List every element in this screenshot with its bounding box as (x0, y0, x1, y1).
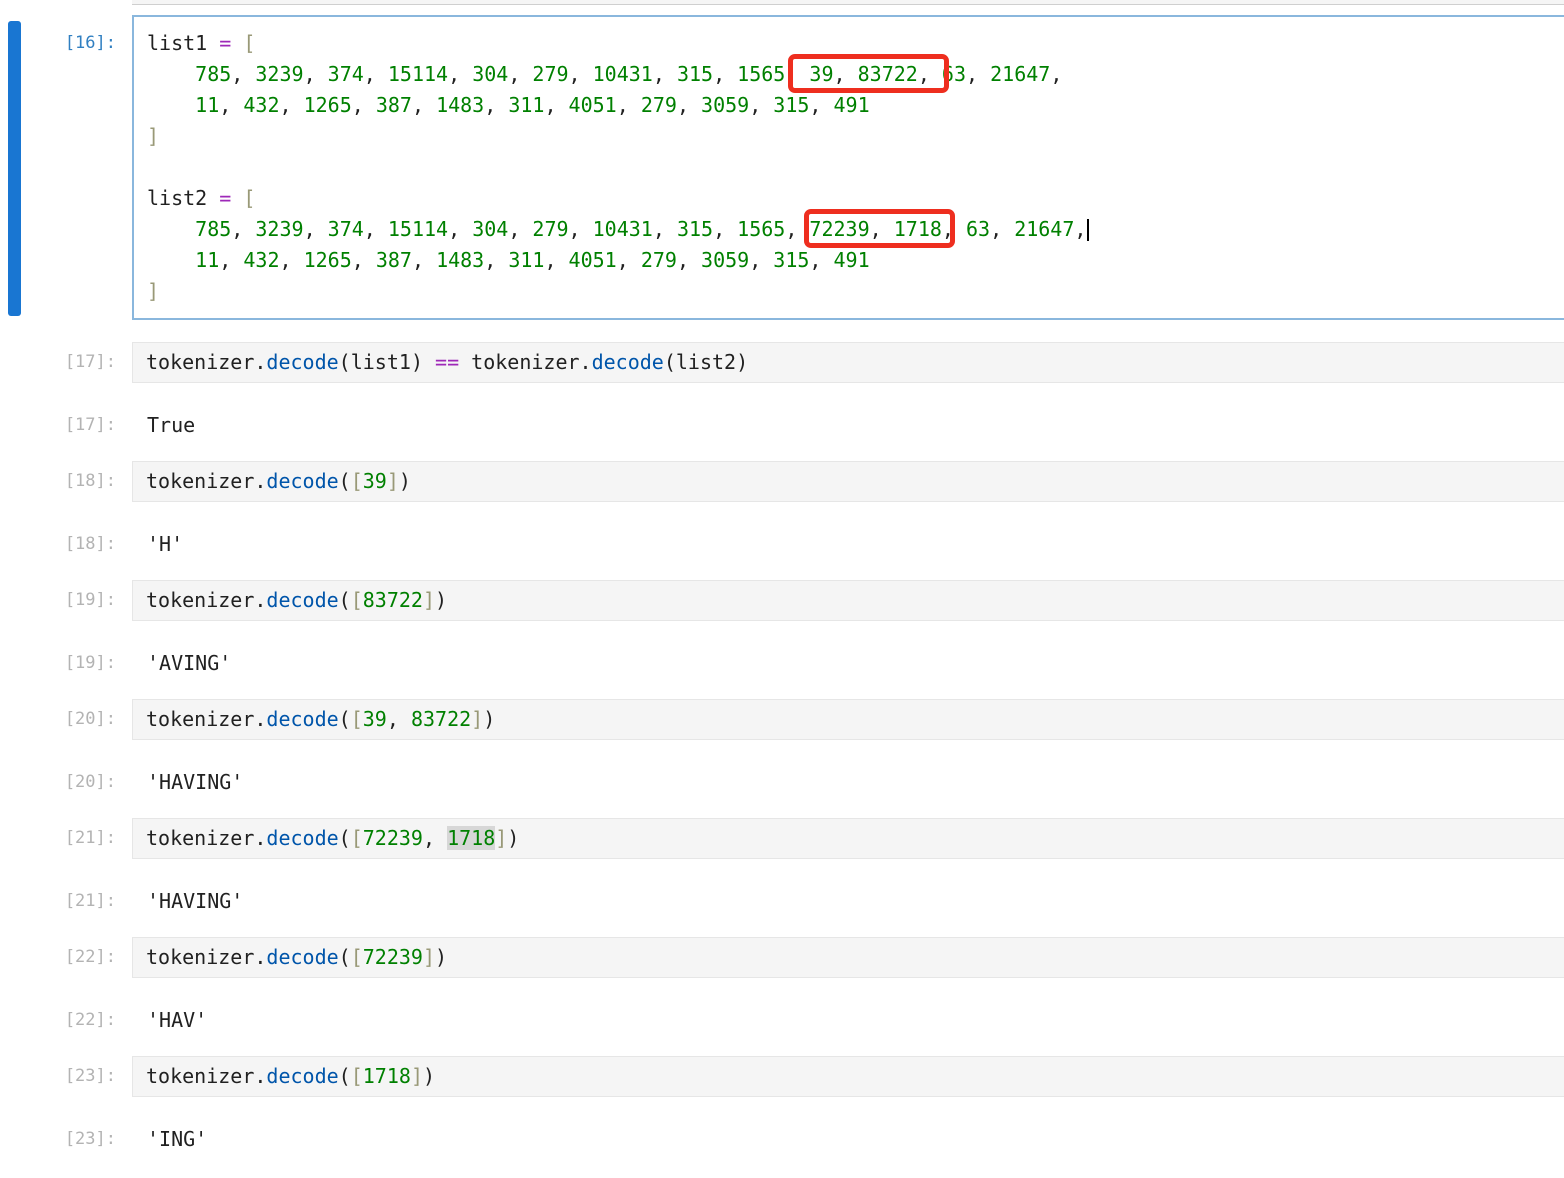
code-content-19: tokenizer.decode([83722]) (146, 585, 1554, 616)
output-text-21: 'HAVING' (132, 886, 1564, 917)
code-editor-19[interactable]: tokenizer.decode([83722]) (132, 580, 1564, 621)
output-text-20: 'HAVING' (132, 767, 1564, 798)
output-area-21: [21]: 'HAVING' (0, 886, 1564, 917)
output-area-22: [22]: 'HAV' (0, 1005, 1564, 1036)
input-prompt-21: [21]: (0, 818, 132, 854)
notebook: [16]: list1 = [ 785, 3239, 374, 15114, 3… (0, 0, 1564, 1155)
previous-cell-bottom-edge (132, 0, 1564, 5)
code-editor-23[interactable]: tokenizer.decode([1718]) (132, 1056, 1564, 1097)
code-cell-22: [22]: tokenizer.decode([72239]) (0, 937, 1564, 978)
output-prompt-17: [17]: (0, 410, 132, 441)
output-text-22: 'HAV' (132, 1005, 1564, 1036)
code-editor-20[interactable]: tokenizer.decode([39, 83722]) (132, 699, 1564, 740)
output-area-20: [20]: 'HAVING' (0, 767, 1564, 798)
code-editor-17[interactable]: tokenizer.decode(list1) == tokenizer.dec… (132, 342, 1564, 383)
output-prompt-20: [20]: (0, 767, 132, 798)
code-content-22: tokenizer.decode([72239]) (146, 942, 1554, 973)
code-cell-17: [17]: tokenizer.decode(list1) == tokeniz… (0, 342, 1564, 383)
code-content-16: list1 = [ 785, 3239, 374, 15114, 304, 27… (147, 28, 1553, 307)
code-content-18: tokenizer.decode([39]) (146, 466, 1554, 497)
input-prompt-20: [20]: (0, 699, 132, 735)
input-prompt-19: [19]: (0, 580, 132, 616)
output-prompt-18: [18]: (0, 529, 132, 560)
code-editor-18[interactable]: tokenizer.decode([39]) (132, 461, 1564, 502)
code-cell-16: [16]: list1 = [ 785, 3239, 374, 15114, 3… (0, 15, 1564, 320)
code-editor-16[interactable]: list1 = [ 785, 3239, 374, 15114, 304, 27… (132, 15, 1564, 320)
output-text-23: 'ING' (132, 1124, 1564, 1155)
code-content-20: tokenizer.decode([39, 83722]) (146, 704, 1554, 735)
code-content-23: tokenizer.decode([1718]) (146, 1061, 1554, 1092)
output-area-18: [18]: 'H' (0, 529, 1564, 560)
output-area-17: [17]: True (0, 410, 1564, 441)
code-editor-21[interactable]: tokenizer.decode([72239, 1718]) (132, 818, 1564, 859)
input-prompt-23: [23]: (0, 1056, 132, 1092)
output-text-18: 'H' (132, 529, 1564, 560)
output-area-19: [19]: 'AVING' (0, 648, 1564, 679)
code-content-17: tokenizer.decode(list1) == tokenizer.dec… (146, 347, 1554, 378)
code-cell-20: [20]: tokenizer.decode([39, 83722]) (0, 699, 1564, 740)
output-prompt-21: [21]: (0, 886, 132, 917)
code-cell-19: [19]: tokenizer.decode([83722]) (0, 580, 1564, 621)
input-prompt-17: [17]: (0, 342, 132, 378)
output-area-23: [23]: 'ING' (0, 1124, 1564, 1155)
output-text-17: True (132, 410, 1564, 441)
input-prompt-18: [18]: (0, 461, 132, 497)
active-cell-indicator-bar[interactable] (8, 21, 21, 316)
output-prompt-23: [23]: (0, 1124, 132, 1155)
output-prompt-19: [19]: (0, 648, 132, 679)
output-prompt-22: [22]: (0, 1005, 132, 1036)
code-content-21: tokenizer.decode([72239, 1718]) (146, 823, 1554, 854)
code-editor-22[interactable]: tokenizer.decode([72239]) (132, 937, 1564, 978)
output-text-19: 'AVING' (132, 648, 1564, 679)
code-cell-21: [21]: tokenizer.decode([72239, 1718]) (0, 818, 1564, 859)
code-cell-23: [23]: tokenizer.decode([1718]) (0, 1056, 1564, 1097)
input-prompt-22: [22]: (0, 937, 132, 973)
code-cell-18: [18]: tokenizer.decode([39]) (0, 461, 1564, 502)
